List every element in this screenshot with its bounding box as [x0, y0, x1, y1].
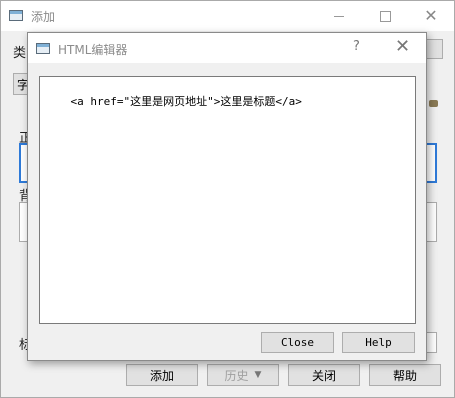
add-button-label: 添加	[149, 368, 174, 383]
history-button[interactable]: 历史 ▼	[207, 364, 279, 386]
dialog-title-bar[interactable]: HTML编辑器 ? ✕	[28, 33, 426, 63]
app-icon	[9, 10, 23, 21]
html-editor-textarea[interactable]: <a href="这里是网页地址">这里是标题</a>	[39, 76, 416, 324]
close-button-label: 关闭	[311, 368, 336, 383]
help-button-label: 帮助	[392, 368, 417, 383]
help-button[interactable]: 帮助	[369, 364, 441, 386]
context-help-icon[interactable]: ?	[353, 39, 360, 54]
dialog-close-button[interactable]: Close	[261, 332, 334, 353]
dialog-help-button[interactable]: Help	[342, 332, 415, 353]
chevron-down-icon: ▼	[254, 370, 262, 380]
history-button-label: 历史	[224, 368, 249, 383]
dialog-help-button-label: Help	[365, 336, 392, 349]
maximize-icon	[379, 10, 391, 22]
minimize-button[interactable]	[316, 1, 362, 31]
dialog-close-button-label: Close	[280, 336, 315, 349]
dialog-close-icon[interactable]: ✕	[395, 36, 410, 57]
main-title-bar[interactable]: 添加 ✕	[1, 1, 454, 31]
html-editor-dialog: HTML编辑器 ? ✕ <a href="这里是网页地址">这里是标题</a> …	[27, 32, 427, 361]
main-window-title: 添加	[31, 10, 56, 24]
editor-content: <a href="这里是网页地址">这里是标题</a>	[70, 95, 302, 108]
add-button[interactable]: 添加	[126, 364, 198, 386]
maximize-button[interactable]	[362, 1, 408, 31]
dialog-app-icon	[36, 43, 50, 54]
type-label: 类	[13, 46, 27, 61]
tool-icon[interactable]	[429, 100, 438, 107]
window-close-button[interactable]: ✕	[408, 1, 454, 31]
close-icon: ✕	[424, 6, 438, 25]
close-button[interactable]: 关闭	[288, 364, 360, 386]
minimize-icon	[334, 15, 344, 17]
dialog-title: HTML编辑器	[58, 43, 128, 57]
